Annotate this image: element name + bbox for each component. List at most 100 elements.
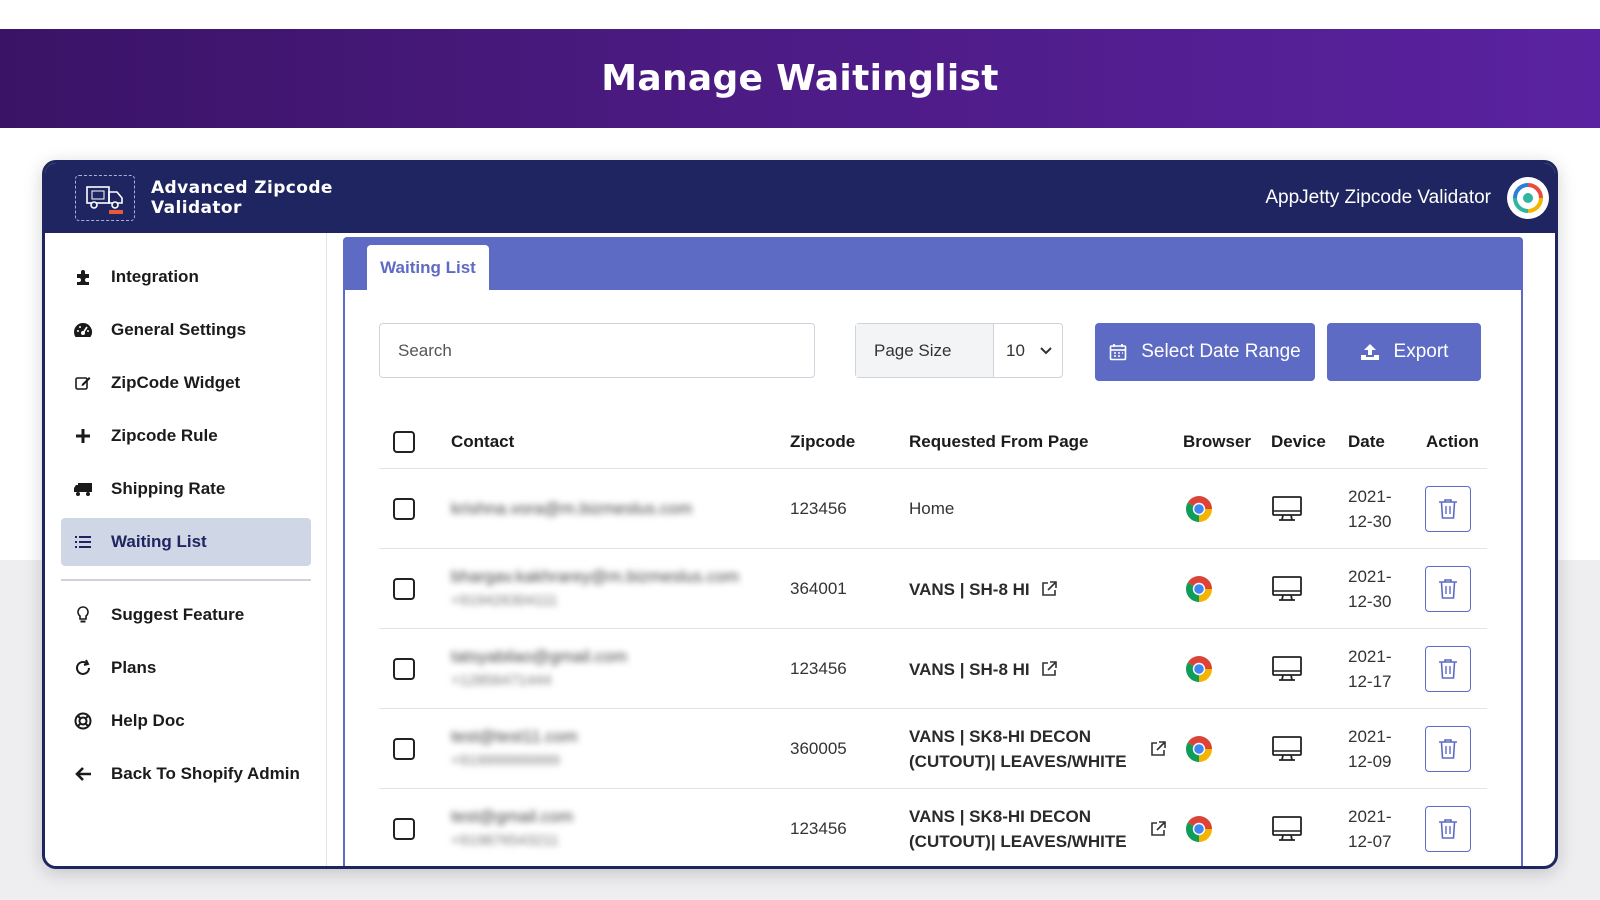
delete-button[interactable] xyxy=(1425,566,1471,612)
list-icon xyxy=(71,534,95,550)
chevron-down-icon xyxy=(1040,346,1052,354)
upload-icon xyxy=(1360,344,1379,360)
plus-icon xyxy=(71,428,95,444)
main-panel: Waiting List Page Size 10 Select Date Ra… xyxy=(343,237,1523,866)
row-checkbox-cell xyxy=(393,549,415,629)
puzzle-icon xyxy=(71,268,95,286)
app-header: Advanced Zipcode Validator AppJetty Zipc… xyxy=(45,163,1555,233)
sidebar-item-plans[interactable]: Plans xyxy=(61,644,311,692)
search-input[interactable] xyxy=(379,323,815,378)
sidebar-item-general-settings[interactable]: General Settings xyxy=(61,306,311,354)
row-checkbox[interactable] xyxy=(393,818,415,840)
date-line1: 2021- xyxy=(1348,487,1392,506)
requested-page-text: VANS | SK8-HI DECON (CUTOUT)| LEAVES/WHI… xyxy=(909,804,1127,854)
sidebar-item-shipping-rate[interactable]: Shipping Rate xyxy=(61,465,311,513)
sidebar-item-zipcode-rule[interactable]: Zipcode Rule xyxy=(61,412,311,460)
device-cell xyxy=(1271,709,1303,789)
zipcode-cell: 123456 xyxy=(790,819,847,838)
contact-phone: +919999999999 xyxy=(451,752,560,769)
sidebar-item-suggest-feature[interactable]: Suggest Feature xyxy=(61,591,311,639)
browser-cell xyxy=(1183,789,1215,866)
contact-blurred: test@gmail.com +919876543211 xyxy=(451,805,573,853)
edit-icon xyxy=(71,374,95,392)
contact-blurred: test@test11.com +919999999999 xyxy=(451,725,578,773)
row-checkbox[interactable] xyxy=(393,658,415,680)
date-line1: 2021- xyxy=(1348,647,1392,666)
waiting-list-table: Contact Zipcode Requested From Page Brow… xyxy=(379,415,1487,866)
page-size-value: 10 xyxy=(1006,340,1025,360)
page-title: Manage Waitinglist xyxy=(601,58,999,99)
contact-cell: tatsyabilao@gmail.com +12856471444 xyxy=(451,629,771,709)
external-link-icon[interactable] xyxy=(1040,580,1058,598)
appjetty-logo-icon[interactable] xyxy=(1507,177,1549,219)
delete-button[interactable] xyxy=(1425,486,1471,532)
action-cell xyxy=(1425,549,1471,629)
contact-phone: +919426304111 xyxy=(451,592,558,609)
contact-cell: krishna.vora@m.bizmeslus.com xyxy=(451,469,771,549)
delete-button[interactable] xyxy=(1425,806,1471,852)
col-header-requested-from-page: Requested From Page xyxy=(909,432,1089,451)
sidebar-item-help-doc[interactable]: Help Doc xyxy=(61,697,311,745)
zipcode-cell: 123456 xyxy=(790,499,847,518)
contact-email: test@gmail.com xyxy=(451,807,574,826)
sidebar-item-label: Back To Shopify Admin xyxy=(111,764,300,783)
requested-page-text: VANS | SH-8 HI xyxy=(909,657,1030,682)
page-size-dropdown[interactable]: 10 xyxy=(994,324,1062,377)
sidebar-item-label: Zipcode Rule xyxy=(111,426,218,445)
requested-page-line1: VANS | SH-8 HI xyxy=(909,659,1030,679)
external-link-icon[interactable] xyxy=(1149,740,1167,758)
browser-cell xyxy=(1183,549,1215,629)
contact-cell: bhargav.kakhrarey@m.bizmeslus.com +91942… xyxy=(451,549,771,629)
desktop-icon xyxy=(1272,736,1302,761)
action-cell xyxy=(1425,469,1471,549)
col-header-zipcode: Zipcode xyxy=(790,432,856,451)
requested-page-line2: (CUTOUT)| LEAVES/WHITE xyxy=(909,752,1127,771)
table-row: test@test11.com +919999999999 360005 VAN… xyxy=(379,709,1487,789)
select-all-checkbox[interactable] xyxy=(393,431,415,453)
device-cell xyxy=(1271,469,1303,549)
date-line2: 12-07 xyxy=(1348,832,1392,851)
requested-page-line1: VANS | SK8-HI DECON xyxy=(909,807,1092,826)
external-link-icon[interactable] xyxy=(1149,820,1167,838)
row-checkbox[interactable] xyxy=(393,738,415,760)
delete-button[interactable] xyxy=(1425,646,1471,692)
date-line1: 2021- xyxy=(1348,807,1392,826)
browser-cell xyxy=(1183,469,1215,549)
zipcode-cell: 364001 xyxy=(790,579,847,598)
requested-page-text: VANS | SK8-HI DECON (CUTOUT)| LEAVES/WHI… xyxy=(909,724,1127,774)
tab-bar: Waiting List xyxy=(345,239,1521,290)
chrome-icon xyxy=(1185,575,1212,602)
row-checkbox-cell xyxy=(393,709,415,789)
page-size-select[interactable]: Page Size 10 xyxy=(855,323,1063,378)
contact-cell: test@gmail.com +919876543211 xyxy=(451,789,771,866)
chrome-icon xyxy=(1185,655,1212,682)
date-line1: 2021- xyxy=(1348,567,1392,586)
tab-waiting-list[interactable]: Waiting List xyxy=(367,245,489,290)
contact-blurred: bhargav.kakhrarey@m.bizmeslus.com +91942… xyxy=(451,565,739,613)
sidebar-item-back-to-shopify-admin[interactable]: Back To Shopify Admin xyxy=(61,750,311,798)
contact-cell: test@test11.com +919999999999 xyxy=(451,709,771,789)
row-checkbox-cell xyxy=(393,469,415,549)
desktop-icon xyxy=(1272,816,1302,841)
export-button[interactable]: Export xyxy=(1327,323,1481,381)
action-cell xyxy=(1425,709,1471,789)
sidebar-item-label: General Settings xyxy=(111,320,247,339)
contact-email: test@test11.com xyxy=(451,727,578,746)
select-date-range-button[interactable]: Select Date Range xyxy=(1095,323,1315,381)
row-checkbox[interactable] xyxy=(393,578,415,600)
date-line2: 12-30 xyxy=(1348,592,1392,611)
delete-button[interactable] xyxy=(1425,726,1471,772)
sidebar-item-zipcode-widget[interactable]: ZipCode Widget xyxy=(61,359,311,407)
row-checkbox-cell xyxy=(393,629,415,709)
external-link-icon[interactable] xyxy=(1040,660,1058,678)
requested-page-cell: VANS | SK8-HI DECON (CUTOUT)| LEAVES/WHI… xyxy=(909,789,1169,866)
sidebar-item-integration[interactable]: Integration xyxy=(61,253,311,301)
device-cell xyxy=(1271,629,1303,709)
row-checkbox[interactable] xyxy=(393,498,415,520)
action-cell xyxy=(1425,629,1471,709)
sidebar-item-waiting-list[interactable]: Waiting List xyxy=(61,518,311,566)
table-body: krishna.vora@m.bizmeslus.com 123456 Home xyxy=(379,469,1487,866)
table-row: bhargav.kakhrarey@m.bizmeslus.com +91942… xyxy=(379,549,1487,629)
logo-text-line1: Advanced Zipcode xyxy=(151,178,333,198)
zipcode-cell: 360005 xyxy=(790,739,847,758)
